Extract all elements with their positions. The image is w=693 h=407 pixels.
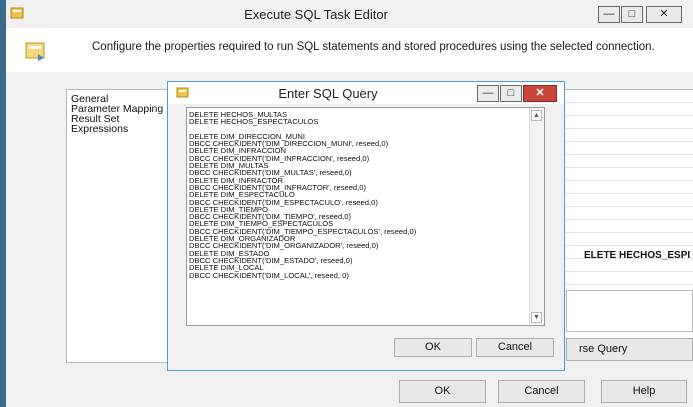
property-description-box [566,290,693,332]
help-button[interactable]: Help [601,380,687,403]
task-icon [24,40,48,67]
header-description: Configure the properties required to run… [92,41,655,53]
dialog-maximize-button[interactable]: □ [500,85,522,102]
sql-vertical-scrollbar[interactable]: ▲ ▼ [529,108,544,325]
dialog-cancel-button[interactable]: Cancel [476,338,554,357]
ok-button[interactable]: OK [399,380,486,403]
parse-query-button[interactable]: rse Query [566,338,693,361]
sql-query-textarea[interactable]: DELETE HECHOS_MULTAS DELETE HECHOS_ESPEC… [186,107,545,326]
outer-minimize-button[interactable]: — [598,6,620,23]
dialog-minimize-button[interactable]: — [477,85,499,102]
dialog-title: Enter SQL Query [278,86,378,101]
cancel-button[interactable]: Cancel [498,380,585,403]
scroll-down-icon[interactable]: ▼ [531,312,542,323]
nav-item-expressions[interactable]: Expressions [71,123,128,135]
scroll-up-icon[interactable]: ▲ [531,110,542,121]
outer-title-bar: Execute SQL Task Editor — □ ✕ [6,0,693,28]
outer-maximize-button[interactable]: □ [621,6,643,23]
outer-window-title: Execute SQL Task Editor [244,7,388,22]
dialog-close-button[interactable]: ✕ [523,85,557,102]
dialog-ok-button[interactable]: OK [394,338,472,357]
outer-close-button[interactable]: ✕ [646,6,682,23]
dialog-title-bar: Enter SQL Query — □ ✕ [168,82,564,104]
header-area: Configure the properties required to run… [6,28,693,73]
sql-query-text[interactable]: DELETE HECHOS_MULTAS DELETE HECHOS_ESPEC… [189,111,416,279]
sql-statement-value[interactable]: ELETE HECHOS_ESPI [584,250,690,261]
enter-sql-query-dialog: Enter SQL Query — □ ✕ DELETE HECHOS_MULT… [167,81,565,371]
